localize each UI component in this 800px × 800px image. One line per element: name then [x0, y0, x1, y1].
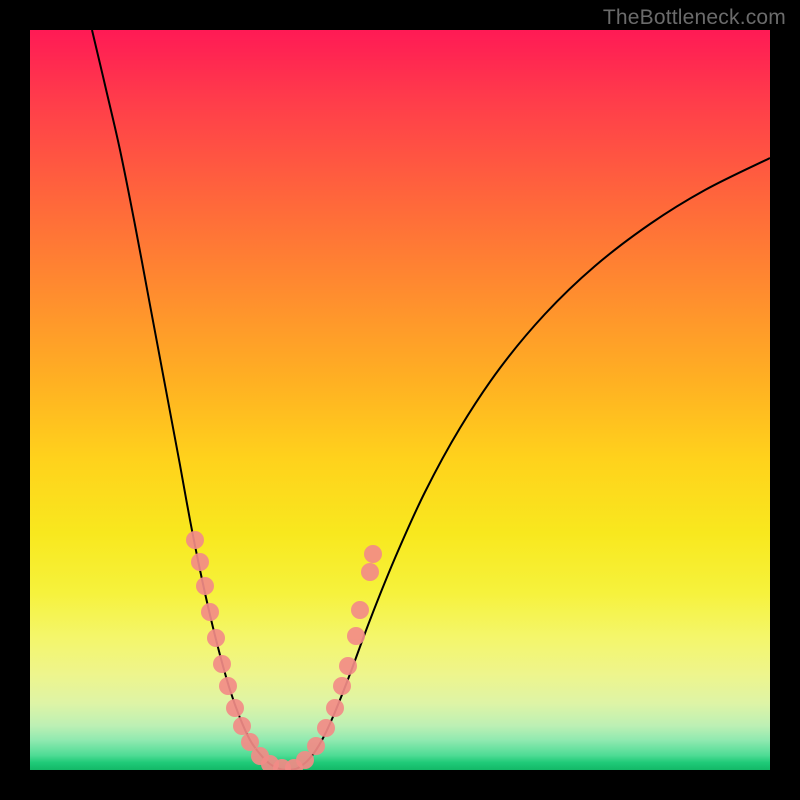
- data-point: [226, 699, 244, 717]
- data-point: [196, 577, 214, 595]
- data-point: [241, 733, 259, 751]
- chart-frame: TheBottleneck.com: [0, 0, 800, 800]
- data-point: [296, 751, 314, 769]
- data-point: [351, 601, 369, 619]
- data-point: [191, 553, 209, 571]
- data-point: [347, 627, 365, 645]
- data-point: [233, 717, 251, 735]
- data-point: [273, 759, 291, 770]
- data-point: [326, 699, 344, 717]
- watermark-text: TheBottleneck.com: [603, 6, 786, 30]
- data-point: [186, 531, 204, 549]
- overlay-dots: [186, 531, 382, 770]
- data-point: [213, 655, 231, 673]
- data-point: [251, 747, 269, 765]
- data-point: [219, 677, 237, 695]
- curve-right-path: [288, 158, 770, 770]
- data-point: [201, 603, 219, 621]
- data-point: [207, 629, 225, 647]
- data-point: [261, 755, 279, 770]
- data-point: [339, 657, 357, 675]
- data-point: [307, 737, 325, 755]
- data-point: [317, 719, 335, 737]
- curve-left-path: [92, 30, 288, 770]
- data-point: [333, 677, 351, 695]
- curve-layer: [30, 30, 770, 770]
- data-point: [364, 545, 382, 563]
- data-point: [361, 563, 379, 581]
- plot-area: [30, 30, 770, 770]
- data-point: [285, 759, 303, 770]
